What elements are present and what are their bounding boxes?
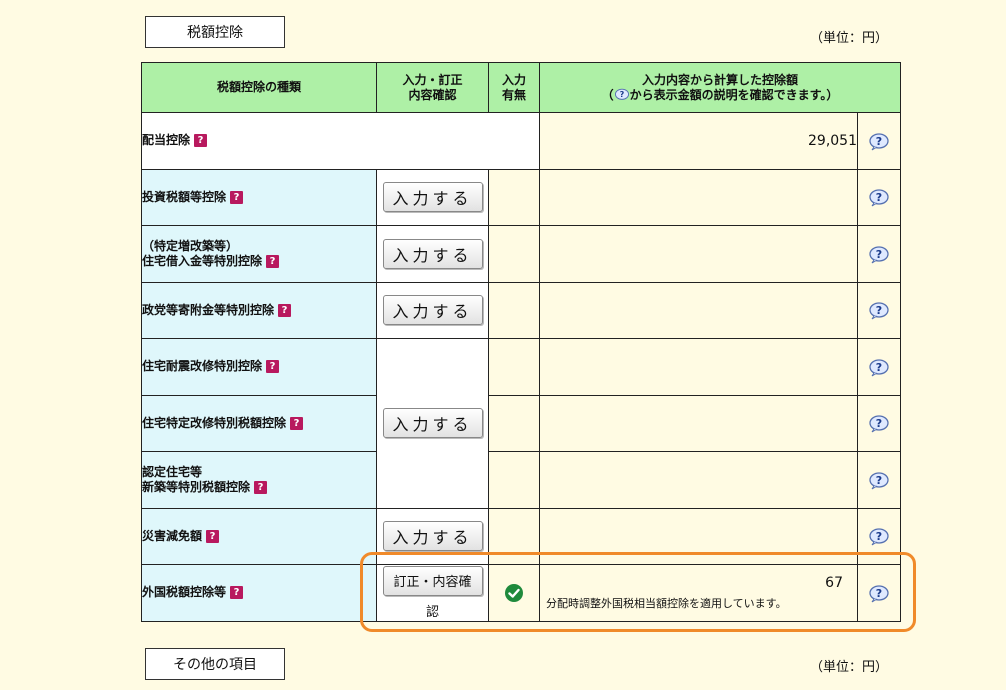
flag-cell bbox=[488, 338, 540, 396]
help-cell[interactable]: ? bbox=[856, 451, 902, 509]
help-square-icon[interactable]: ? bbox=[254, 480, 268, 494]
question-balloon-icon[interactable]: ? bbox=[868, 132, 890, 151]
svg-text:?: ? bbox=[876, 474, 882, 487]
help-square-icon[interactable]: ? bbox=[206, 529, 220, 543]
flag-cell bbox=[488, 281, 540, 339]
amount-cell bbox=[539, 451, 858, 509]
input-button[interactable]: 入力する bbox=[382, 295, 483, 326]
row-label: 災害減免額? bbox=[141, 507, 377, 565]
svg-text:?: ? bbox=[876, 191, 882, 204]
header-flag: 入力 有無 bbox=[488, 62, 540, 113]
help-square-icon[interactable]: ? bbox=[194, 134, 208, 148]
input-button[interactable]: 入力する bbox=[382, 182, 483, 213]
input-button[interactable]: 入力する bbox=[382, 521, 483, 552]
help-cell[interactable]: ? bbox=[856, 394, 902, 452]
question-balloon-icon[interactable]: ? bbox=[868, 528, 890, 546]
help-cell[interactable]: ? bbox=[856, 168, 902, 226]
help-square-icon[interactable]: ? bbox=[230, 190, 244, 204]
row-label: 外国税額控除等? bbox=[141, 564, 377, 622]
unit-label: （単位：円） bbox=[809, 31, 888, 46]
header-type: 税額控除の種類 bbox=[141, 62, 377, 113]
amount-cell: 29,051 bbox=[539, 112, 858, 170]
row-label: （特定増改築等） 住宅借入金等特別控除? bbox=[141, 225, 377, 283]
section-title-other: その他の項目 bbox=[145, 648, 285, 680]
flag-cell bbox=[488, 394, 540, 452]
row-label: 認定住宅等 新築等特別税額控除? bbox=[141, 451, 377, 509]
svg-text:?: ? bbox=[876, 530, 882, 543]
help-cell[interactable]: ? bbox=[856, 281, 902, 339]
svg-text:?: ? bbox=[619, 90, 624, 99]
question-balloon-icon[interactable]: ? bbox=[868, 189, 890, 207]
amount-note: 分配時調整外国税相当額控除を適用しています。 bbox=[546, 596, 787, 610]
amount-cell: 67 分配時調整外国税相当額控除を適用しています。 bbox=[539, 564, 858, 622]
flag-cell bbox=[488, 225, 540, 283]
table-row: 配当控除? 29,051 ? bbox=[141, 112, 902, 170]
unit-label-other: （単位：円） bbox=[809, 660, 888, 675]
flag-cell bbox=[488, 507, 540, 565]
amount-cell bbox=[539, 225, 858, 283]
table-row: 外国税額控除等? 訂正・内容確認 67 分配時調整外国税相当額控除を適用していま… bbox=[141, 564, 902, 622]
svg-text:?: ? bbox=[876, 304, 882, 317]
svg-text:?: ? bbox=[876, 135, 882, 148]
input-button[interactable]: 入力する bbox=[382, 408, 483, 439]
header-amount: 入力内容から計算した控除額 （? から表示金額の説明を確認できます。） bbox=[538, 62, 902, 113]
help-square-icon[interactable]: ? bbox=[230, 586, 244, 600]
question-balloon-icon[interactable]: ? bbox=[868, 302, 890, 320]
flag-cell bbox=[488, 564, 540, 622]
amount-value: 67 bbox=[825, 574, 843, 591]
svg-text:?: ? bbox=[876, 361, 882, 374]
svg-text:?: ? bbox=[876, 587, 882, 600]
help-cell[interactable]: ? bbox=[856, 507, 902, 565]
table-row: 投資税額等控除? 入力する ? bbox=[141, 168, 902, 226]
button-cell: 入力する bbox=[376, 225, 489, 283]
input-button[interactable]: 入力する bbox=[382, 238, 483, 269]
row-label: 配当控除? bbox=[141, 112, 540, 170]
button-cell: 入力する bbox=[376, 507, 489, 565]
amount-cell bbox=[539, 507, 858, 565]
help-square-icon[interactable]: ? bbox=[290, 416, 304, 430]
button-cell: 入力する bbox=[376, 281, 489, 339]
amount-cell bbox=[539, 394, 858, 452]
help-square-icon[interactable]: ? bbox=[266, 254, 280, 268]
svg-text:?: ? bbox=[876, 248, 882, 261]
help-cell[interactable]: ? bbox=[856, 338, 902, 396]
question-balloon-icon[interactable]: ? bbox=[868, 471, 890, 490]
button-cell: 入力する bbox=[376, 338, 489, 509]
question-balloon-icon[interactable]: ? bbox=[868, 358, 890, 377]
table-header-row: 税額控除の種類 入力・訂正 内容確認 入力 有無 入力内容から計算した控除額 （? か… bbox=[141, 62, 902, 113]
header-input: 入力・訂正 内容確認 bbox=[376, 62, 489, 113]
help-square-icon[interactable]: ? bbox=[266, 360, 280, 374]
button-cell: 訂正・内容確認 bbox=[376, 564, 489, 622]
row-label: 政党等寄附金等特別控除? bbox=[141, 281, 377, 339]
question-balloon-icon[interactable]: ? bbox=[868, 415, 890, 433]
flag-cell bbox=[488, 168, 540, 226]
table-row: （特定増改築等） 住宅借入金等特別控除? 入力する ? bbox=[141, 225, 902, 283]
table-row: 認定住宅等 新築等特別税額控除? ? bbox=[141, 451, 902, 509]
svg-text:?: ? bbox=[876, 417, 882, 430]
section-title-tax-credit: 税額控除 bbox=[145, 16, 285, 48]
table-row: 住宅特定改修特別税額控除? ? bbox=[141, 394, 902, 452]
button-cell: 入力する bbox=[376, 168, 489, 226]
amount-cell bbox=[539, 281, 858, 339]
row-label: 投資税額等控除? bbox=[141, 168, 377, 226]
row-label: 住宅耐震改修特別控除? bbox=[141, 338, 377, 396]
question-balloon-icon[interactable]: ? bbox=[868, 584, 890, 603]
help-cell[interactable]: ? bbox=[856, 564, 902, 622]
question-balloon-icon[interactable]: ? bbox=[868, 245, 890, 264]
check-circle-icon bbox=[505, 584, 523, 602]
table-row: 政党等寄附金等特別控除? 入力する ? bbox=[141, 281, 902, 339]
help-cell[interactable]: ? bbox=[856, 225, 902, 283]
correct-confirm-button[interactable]: 訂正・内容確認 bbox=[382, 565, 483, 620]
help-square-icon[interactable]: ? bbox=[278, 303, 292, 317]
table-row: 住宅耐震改修特別控除? 入力する ? bbox=[141, 338, 902, 509]
amount-cell bbox=[539, 168, 858, 226]
table-row: 災害減免額? 入力する ? bbox=[141, 507, 902, 565]
help-cell[interactable]: ? bbox=[856, 112, 902, 170]
amount-cell bbox=[539, 338, 858, 396]
flag-cell bbox=[488, 451, 540, 509]
question-balloon-icon: ? bbox=[614, 88, 629, 100]
tax-credit-table: 税額控除の種類 入力・訂正 内容確認 入力 有無 入力内容から計算した控除額 （? か… bbox=[141, 62, 902, 622]
row-label: 住宅特定改修特別税額控除? bbox=[141, 394, 377, 452]
